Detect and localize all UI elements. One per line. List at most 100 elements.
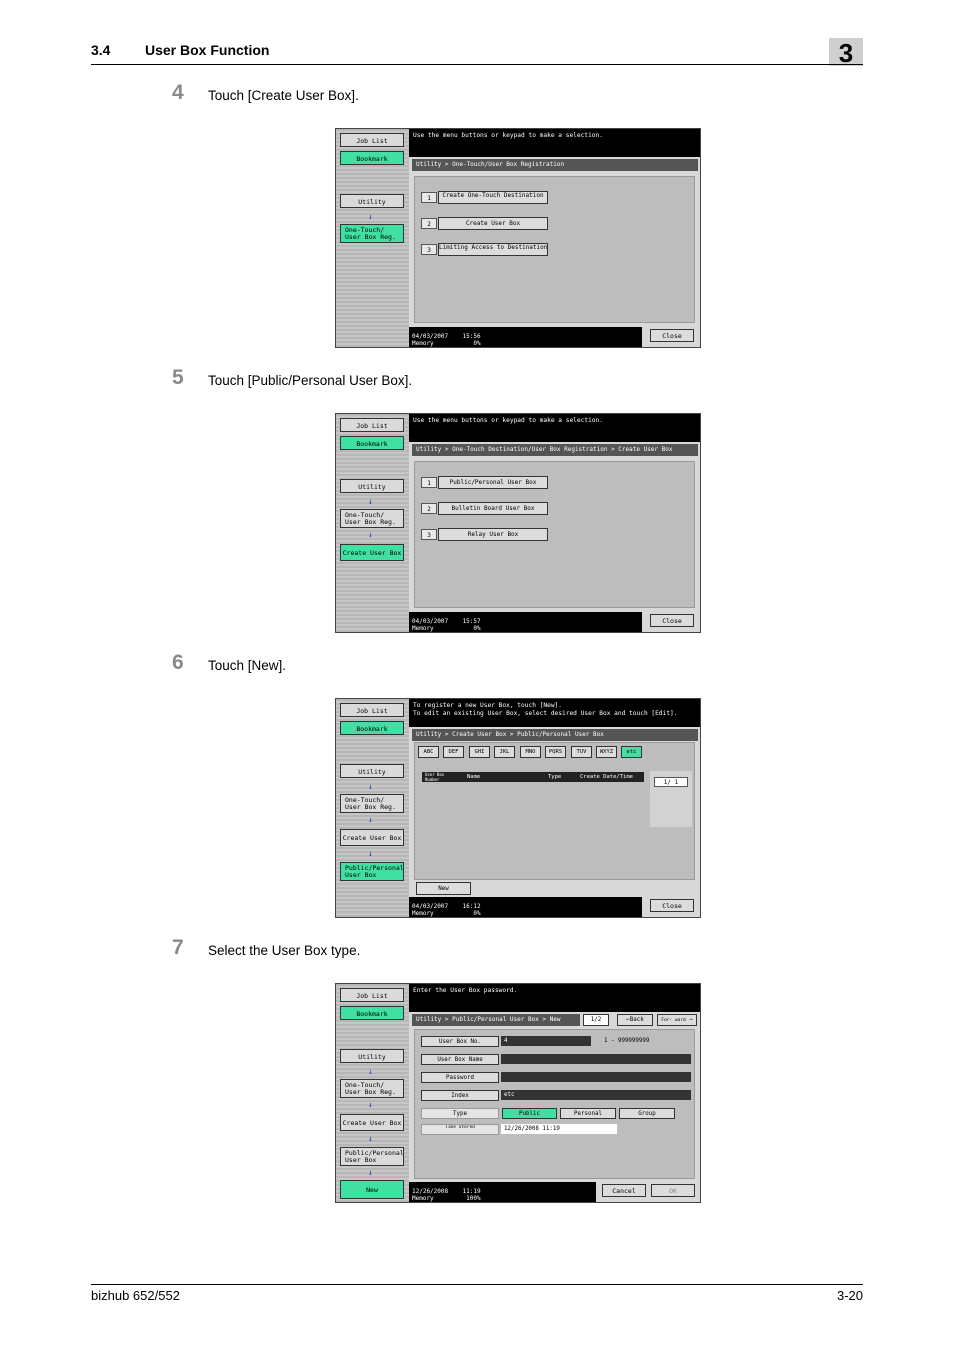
- column-name: Name: [467, 774, 481, 780]
- footer-rule: [91, 1284, 863, 1285]
- menu-number: 1: [421, 477, 437, 488]
- bookmark-button[interactable]: Bookmark: [340, 721, 404, 735]
- index-tab-jkl[interactable]: JKL: [494, 746, 515, 758]
- job-list-button[interactable]: Job List: [340, 988, 404, 1002]
- step-text: Touch [Public/Personal User Box].: [208, 373, 413, 388]
- one-touch-button[interactable]: One-Touch/ User Box Reg.: [340, 509, 404, 528]
- job-list-button[interactable]: Job List: [340, 133, 404, 147]
- create-user-box-nav[interactable]: Create User Box: [340, 1114, 404, 1131]
- back-button[interactable]: ←Back: [617, 1014, 653, 1026]
- menu-number: 2: [421, 218, 437, 229]
- column-create-date: Create Date/Time: [580, 774, 633, 780]
- breadcrumb: Utility > One-Touch/User Box Registratio…: [412, 159, 698, 171]
- create-user-box-nav[interactable]: Create User Box: [340, 544, 404, 561]
- arrow-right-icon: →: [689, 1017, 693, 1023]
- new-button[interactable]: New: [416, 882, 471, 895]
- header-rule: [91, 64, 863, 65]
- index-tab-abc[interactable]: ABC: [418, 746, 439, 758]
- index-button[interactable]: Index: [421, 1090, 499, 1101]
- close-button[interactable]: Close: [650, 899, 694, 912]
- user-box-no-range: 1 - 999999999: [604, 1038, 650, 1044]
- breadcrumb: Utility > Create User Box > Public/Perso…: [412, 729, 698, 741]
- relay-user-box-button[interactable]: Relay User Box: [438, 528, 548, 541]
- step-text: Touch [Create User Box].: [208, 88, 359, 103]
- section-title: User Box Function: [145, 42, 270, 58]
- public-personal-nav[interactable]: Public/Personal User Box: [340, 862, 404, 881]
- status-bar: 04/03/2007 15:56 Memory 0%: [409, 327, 642, 347]
- job-list-button[interactable]: Job List: [340, 703, 404, 717]
- bookmark-button[interactable]: Bookmark: [340, 151, 404, 165]
- menu-number: 3: [421, 244, 437, 255]
- index-tab-tuv[interactable]: TUV: [571, 746, 592, 758]
- user-box-no-button[interactable]: User Box No.: [421, 1036, 499, 1047]
- step-number: 6: [172, 651, 184, 674]
- type-group-button[interactable]: Group: [619, 1108, 675, 1119]
- index-tab-def[interactable]: DEF: [443, 746, 464, 758]
- step-number: 4: [172, 81, 184, 104]
- type-public-button[interactable]: Public: [502, 1108, 557, 1119]
- arrow-down-icon: ↓: [368, 1100, 373, 1109]
- limiting-access-button[interactable]: Limiting Access to Destinations: [438, 243, 548, 256]
- public-personal-button[interactable]: Public/Personal User Box: [438, 476, 548, 489]
- one-touch-button[interactable]: One-Touch/ User Box Reg.: [340, 794, 404, 813]
- page-indicator: 1/ 1: [654, 777, 688, 787]
- new-nav[interactable]: New: [340, 1180, 404, 1199]
- user-box-name-button[interactable]: User Box Name: [421, 1054, 499, 1065]
- bookmark-button[interactable]: Bookmark: [340, 436, 404, 450]
- cancel-button[interactable]: Cancel: [602, 1184, 646, 1197]
- breadcrumb: Utility > One-Touch Destination/User Box…: [412, 444, 698, 456]
- message-bar: Enter the User Box password.: [409, 984, 700, 1012]
- password-button[interactable]: Password: [421, 1072, 499, 1083]
- one-touch-button[interactable]: One-Touch/ User Box Reg.: [340, 1079, 404, 1098]
- public-personal-nav[interactable]: Public/Personal User Box: [340, 1147, 404, 1166]
- message-bar: Use the menu buttons or keypad to make a…: [409, 129, 700, 157]
- one-touch-button[interactable]: One-Touch/ User Box Reg.: [340, 224, 404, 243]
- utility-button[interactable]: Utility: [340, 1049, 404, 1063]
- utility-button[interactable]: Utility: [340, 479, 404, 493]
- menu-number: 2: [421, 503, 437, 514]
- list-header: User Box Number Name Type Create Date/Ti…: [422, 772, 644, 782]
- screen-public-personal-list: Job List Bookmark Utility ↓ One-Touch/ U…: [335, 698, 701, 918]
- arrow-down-icon: ↓: [368, 212, 373, 221]
- message-bar: Use the menu buttons or keypad to make a…: [409, 414, 700, 442]
- status-bar: 04/03/2007 16:12 Memory 0%: [409, 897, 642, 917]
- forward-label: For- ward: [661, 1018, 686, 1023]
- index-tab-wxyz[interactable]: WXYZ: [596, 746, 617, 758]
- step-number: 5: [172, 366, 184, 389]
- menu-number: 3: [421, 529, 437, 540]
- footer-page-number: 3-20: [836, 1288, 863, 1303]
- forward-button[interactable]: For- ward →: [657, 1014, 697, 1026]
- step-text: Touch [New].: [208, 658, 287, 673]
- arrow-down-icon: ↓: [368, 849, 373, 858]
- ok-button[interactable]: OK: [651, 1184, 695, 1197]
- user-box-name-value: [501, 1054, 691, 1064]
- password-value: [501, 1072, 691, 1082]
- type-label: Type: [421, 1108, 499, 1119]
- utility-button[interactable]: Utility: [340, 764, 404, 778]
- bookmark-button[interactable]: Bookmark: [340, 1006, 404, 1020]
- index-tab-mno[interactable]: MNO: [520, 746, 541, 758]
- create-user-box-button[interactable]: Create User Box: [438, 217, 548, 230]
- menu-number: 1: [421, 192, 437, 203]
- step-number: 7: [172, 936, 184, 959]
- form-area: [414, 1029, 695, 1179]
- arrow-down-icon: ↓: [368, 1067, 373, 1076]
- create-one-touch-button[interactable]: Create One-Touch Destination: [438, 191, 548, 204]
- message-bar: To register a new User Box, touch [New].…: [409, 699, 700, 727]
- utility-button[interactable]: Utility: [340, 194, 404, 208]
- bulletin-board-button[interactable]: Bulletin Board User Box: [438, 502, 548, 515]
- close-button[interactable]: Close: [650, 329, 694, 342]
- type-personal-button[interactable]: Personal: [560, 1108, 616, 1119]
- close-button[interactable]: Close: [650, 614, 694, 627]
- page-indicator: 1/2: [583, 1014, 609, 1026]
- section-number: 3.4: [91, 42, 111, 58]
- create-user-box-nav[interactable]: Create User Box: [340, 829, 404, 846]
- arrow-down-icon: ↓: [368, 1134, 373, 1143]
- screen-new-user-box: Job List Bookmark Utility ↓ One-Touch/ U…: [335, 983, 701, 1203]
- column-type: Type: [548, 774, 562, 780]
- job-list-button[interactable]: Job List: [340, 418, 404, 432]
- index-tab-etc[interactable]: etc: [621, 746, 642, 758]
- index-tab-pqrs[interactable]: PQRS: [545, 746, 566, 758]
- index-tab-ghi[interactable]: GHI: [469, 746, 490, 758]
- user-box-no-value: 4: [501, 1036, 591, 1046]
